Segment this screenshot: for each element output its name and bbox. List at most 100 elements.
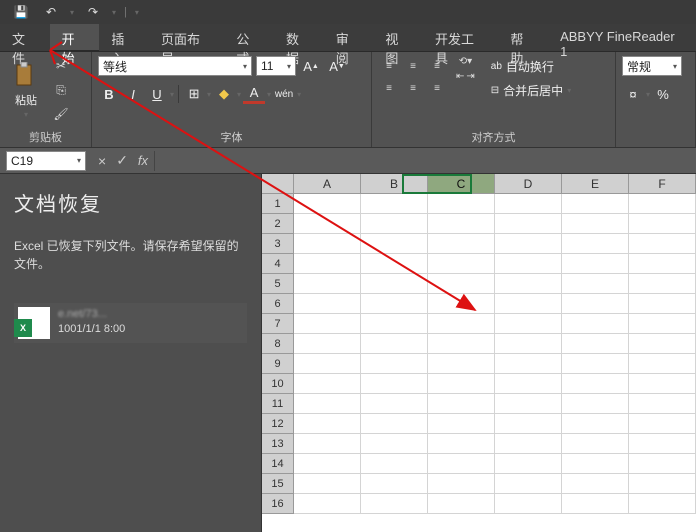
phonetic-button[interactable]: wén <box>273 84 295 104</box>
cell[interactable] <box>629 294 696 314</box>
row-header[interactable]: 4 <box>262 254 294 274</box>
align-right[interactable]: ≡ <box>426 78 448 98</box>
number-format-combo[interactable]: 常规▾ <box>622 56 682 76</box>
cells-area[interactable] <box>294 194 696 532</box>
cell[interactable] <box>629 374 696 394</box>
cell[interactable] <box>294 414 361 434</box>
align-left[interactable]: ≡ <box>378 78 400 98</box>
align-bottom[interactable]: ≡ <box>426 56 448 76</box>
tab-abbyy[interactable]: ABBYY FineReader 1 <box>548 24 696 51</box>
percent-button[interactable]: % <box>652 84 674 104</box>
indent-increase[interactable]: ⇥ <box>466 71 474 82</box>
cell[interactable] <box>562 494 629 514</box>
cell[interactable] <box>495 454 562 474</box>
row-header[interactable]: 8 <box>262 334 294 354</box>
cell[interactable] <box>428 214 495 234</box>
formula-ok[interactable]: ✓ <box>116 152 128 169</box>
cell[interactable] <box>361 214 428 234</box>
cell[interactable] <box>629 334 696 354</box>
cell[interactable] <box>361 194 428 214</box>
col-header-e[interactable]: E <box>562 174 629 194</box>
cell[interactable] <box>629 194 696 214</box>
row-header[interactable]: 15 <box>262 474 294 494</box>
cell[interactable] <box>562 214 629 234</box>
fx-icon[interactable]: fx <box>138 153 148 168</box>
cell[interactable] <box>428 194 495 214</box>
cell[interactable] <box>562 254 629 274</box>
cell[interactable] <box>361 274 428 294</box>
col-header-c[interactable]: C <box>428 174 495 194</box>
align-center[interactable]: ≡ <box>402 78 424 98</box>
paste-button[interactable]: 粘贴 ▾ <box>6 56 46 124</box>
cell[interactable] <box>428 374 495 394</box>
cell[interactable] <box>294 454 361 474</box>
col-header-d[interactable]: D <box>495 174 562 194</box>
cell[interactable] <box>562 354 629 374</box>
shrink-font-button[interactable]: A▼ <box>326 56 348 76</box>
cell[interactable] <box>629 234 696 254</box>
cell[interactable] <box>294 494 361 514</box>
cell[interactable] <box>361 234 428 254</box>
save-icon[interactable]: 💾 <box>10 2 32 22</box>
redo-dd[interactable]: ▾ <box>112 8 116 17</box>
undo-dd[interactable]: ▾ <box>70 8 74 17</box>
cell[interactable] <box>562 234 629 254</box>
tab-review[interactable]: 审阅 <box>324 24 374 51</box>
cell[interactable] <box>361 334 428 354</box>
font-color-button[interactable]: A <box>243 84 265 104</box>
cell[interactable] <box>629 254 696 274</box>
row-header[interactable]: 13 <box>262 434 294 454</box>
currency-button[interactable]: ¤ <box>622 84 644 104</box>
cell[interactable] <box>428 334 495 354</box>
tab-pagelayout[interactable]: 页面布局 <box>149 24 224 51</box>
cell[interactable] <box>562 394 629 414</box>
cell[interactable] <box>361 394 428 414</box>
cell[interactable] <box>629 454 696 474</box>
cell[interactable] <box>361 414 428 434</box>
cell[interactable] <box>495 314 562 334</box>
font-size-combo[interactable]: 11▾ <box>256 56 296 76</box>
row-header[interactable]: 1 <box>262 194 294 214</box>
cell[interactable] <box>629 474 696 494</box>
copy-button[interactable]: ⎘ <box>50 80 72 100</box>
cell[interactable] <box>495 274 562 294</box>
cell[interactable] <box>562 194 629 214</box>
bold-button[interactable]: B <box>98 84 120 104</box>
row-header[interactable]: 11 <box>262 394 294 414</box>
cell[interactable] <box>361 474 428 494</box>
cell[interactable] <box>294 314 361 334</box>
cell[interactable] <box>629 414 696 434</box>
border-button[interactable]: ⊞ <box>183 84 205 104</box>
cell[interactable] <box>294 214 361 234</box>
row-header[interactable]: 14 <box>262 454 294 474</box>
cell[interactable] <box>495 474 562 494</box>
cell[interactable] <box>629 274 696 294</box>
cell[interactable] <box>361 434 428 454</box>
cell[interactable] <box>629 314 696 334</box>
cell[interactable] <box>562 414 629 434</box>
redo-icon[interactable]: ↷ <box>82 2 104 22</box>
cell[interactable] <box>294 254 361 274</box>
underline-button[interactable]: U <box>146 84 168 104</box>
tab-help[interactable]: 帮助 <box>498 24 548 51</box>
cell[interactable] <box>294 354 361 374</box>
align-middle[interactable]: ≡ <box>402 56 424 76</box>
cell[interactable] <box>361 374 428 394</box>
cell[interactable] <box>562 294 629 314</box>
indent-decrease[interactable]: ⇤ <box>456 71 464 82</box>
formula-bar[interactable] <box>154 151 690 171</box>
cell[interactable] <box>428 294 495 314</box>
cell[interactable] <box>428 474 495 494</box>
cut-button[interactable]: ✂ <box>50 56 72 76</box>
cell[interactable] <box>562 454 629 474</box>
undo-icon[interactable]: ↶ <box>40 2 62 22</box>
format-painter-button[interactable]: 🖌 <box>50 104 72 124</box>
cell[interactable] <box>495 194 562 214</box>
cell[interactable] <box>629 434 696 454</box>
cell[interactable] <box>629 494 696 514</box>
font-name-combo[interactable]: 等线▾ <box>98 56 252 76</box>
fill-color-button[interactable]: ◆ <box>213 84 235 104</box>
cell[interactable] <box>294 274 361 294</box>
row-header[interactable]: 12 <box>262 414 294 434</box>
formula-cancel[interactable]: × <box>98 153 106 169</box>
